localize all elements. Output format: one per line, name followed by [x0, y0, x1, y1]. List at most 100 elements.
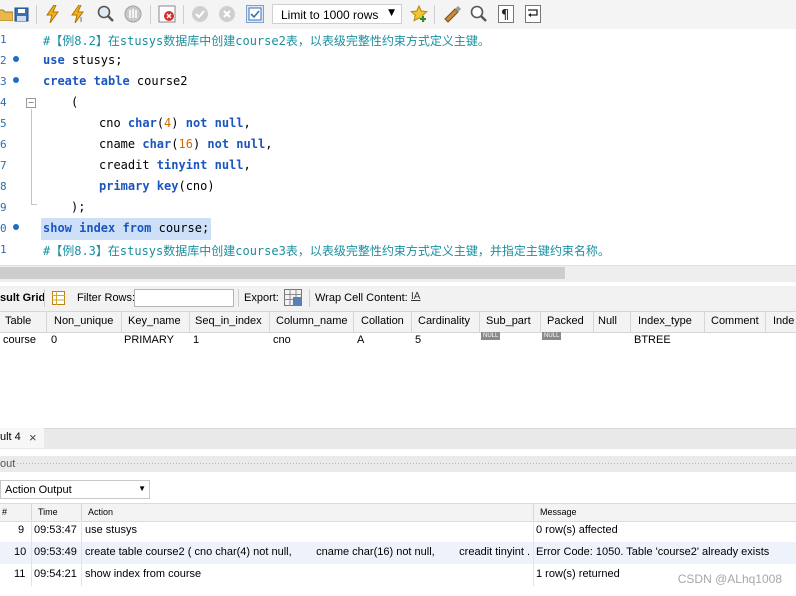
- fold-collapse-icon[interactable]: −: [26, 98, 36, 108]
- column-header[interactable]: Sub_part: [486, 315, 531, 327]
- grid-cell[interactable]: course: [3, 334, 36, 346]
- grid-cell[interactable]: 1: [193, 334, 199, 346]
- close-icon[interactable]: ×: [29, 430, 37, 445]
- grid-cell[interactable]: A: [357, 334, 364, 346]
- column-header[interactable]: Action: [88, 507, 113, 517]
- pane-grip[interactable]: [16, 462, 794, 466]
- statement-marker-icon: [13, 56, 19, 62]
- column-header[interactable]: #: [2, 507, 7, 517]
- chevron-down-icon: ▼: [388, 8, 395, 18]
- output-row-number: 9: [18, 524, 25, 536]
- autocommit-icon[interactable]: [246, 5, 264, 23]
- line-number: 2: [0, 54, 7, 67]
- grid-cell[interactable]: cno: [273, 334, 291, 346]
- null-badge[interactable]: NULL: [481, 332, 501, 340]
- explain-icon[interactable]: [97, 5, 115, 23]
- wrap-cell-toggle-icon[interactable]: IA: [411, 291, 420, 302]
- column-header[interactable]: Message: [540, 507, 577, 517]
- output-row-message: Error Code: 1050. Table 'course2' alread…: [536, 546, 770, 558]
- grid-cell[interactable]: 5: [415, 334, 421, 346]
- toggle-error-icon[interactable]: [158, 5, 176, 23]
- line-number: 5: [0, 117, 7, 130]
- tab-result-4[interactable]: ult 4 ×: [0, 428, 44, 448]
- column-header[interactable]: Packed: [547, 315, 584, 327]
- fold-guide: [31, 109, 32, 204]
- line-number: 1: [0, 33, 7, 46]
- sql-editor-toolbar: I Limit to 1000 rows ▼ ¶: [0, 0, 796, 30]
- invisible-chars-icon[interactable]: ¶: [497, 5, 515, 23]
- line-number: 0: [0, 222, 7, 235]
- export-icon[interactable]: [284, 289, 302, 306]
- column-header[interactable]: Inde: [773, 315, 794, 327]
- statement-marker-icon: [13, 77, 19, 83]
- editor-scrollbar-thumb[interactable]: [0, 267, 565, 279]
- output-row[interactable]: 9 09:53:47 use stusys 0 row(s) affected: [0, 520, 796, 542]
- output-type-select[interactable]: Action Output ▼: [0, 480, 150, 499]
- code-line-10-selected: show index from course;: [41, 218, 212, 240]
- output-row-number: 11: [14, 568, 26, 580]
- code-line-4: (: [71, 95, 79, 109]
- column-header[interactable]: Table: [5, 315, 31, 327]
- column-header[interactable]: Non_unique: [54, 315, 113, 327]
- save-icon[interactable]: [12, 5, 30, 23]
- code-line-5: cno char(4) not null,: [99, 116, 251, 130]
- column-header[interactable]: Index_type: [638, 315, 692, 327]
- output-row-number: 10: [14, 546, 27, 558]
- line-number: 1: [0, 243, 7, 256]
- column-header[interactable]: Column_name: [276, 315, 348, 327]
- column-header[interactable]: Comment: [711, 315, 759, 327]
- output-row-message: 1 row(s) returned: [536, 568, 620, 580]
- filter-rows-input[interactable]: [134, 289, 234, 307]
- code-line-9: );: [71, 200, 86, 214]
- code-line-3: create table course2: [43, 74, 188, 88]
- column-header[interactable]: Key_name: [128, 315, 181, 327]
- code-line-7: creadit tinyint null,: [99, 158, 251, 172]
- commit-icon[interactable]: [191, 5, 209, 23]
- execute-icon[interactable]: [44, 5, 62, 23]
- watermark: CSDN @ALhq1008: [677, 572, 782, 586]
- filter-rows-label: Filter Rows:: [77, 292, 136, 304]
- fold-guide-end: [31, 204, 37, 205]
- output-pane-label: out: [0, 458, 16, 470]
- add-snippet-icon[interactable]: [410, 5, 428, 23]
- limit-rows-select[interactable]: Limit to 1000 rows ▼: [272, 4, 402, 24]
- export-label: Export:: [244, 292, 279, 304]
- output-row-message: 0 row(s) affected: [536, 524, 618, 536]
- sql-editor[interactable]: 1 2 3 4 5 6 7 8 9 0 1 − #【例8.2】在stusys数据…: [0, 29, 796, 265]
- result-grid-header: Table Non_unique Key_name Seq_in_index C…: [0, 311, 796, 333]
- result-grid-tab[interactable]: sult Grid: [0, 292, 45, 304]
- output-row[interactable]: 11 09:54:21 show index from course 1 row…: [0, 564, 796, 586]
- code-line-2: use stusys;: [43, 53, 123, 67]
- null-badge[interactable]: NULL: [542, 332, 562, 340]
- column-header[interactable]: Collation: [361, 315, 404, 327]
- code-line-6: cname char(16) not null,: [99, 137, 273, 151]
- result-toolbar: sult Grid Filter Rows: Export: Wrap Cell…: [0, 286, 796, 311]
- output-row-action: create table course2 ( cno char(4) not n…: [85, 546, 529, 558]
- code-line-1: #【例8.2】在stusys数据库中创建course2表，以表级完整性约束方式定…: [43, 34, 490, 48]
- stop-icon[interactable]: [124, 5, 142, 23]
- rollback-icon[interactable]: [218, 5, 236, 23]
- table-row[interactable]: course 0 PRIMARY 1 cno A 5 NULL NULL BTR…: [0, 331, 796, 350]
- line-number: 6: [0, 138, 7, 151]
- execute-current-icon[interactable]: I: [70, 5, 88, 23]
- line-number: 4: [0, 96, 7, 109]
- column-header[interactable]: Null: [598, 315, 617, 327]
- column-header[interactable]: Seq_in_index: [195, 315, 262, 327]
- wrap-icon[interactable]: [524, 5, 542, 23]
- chevron-down-icon: ▼: [138, 484, 146, 493]
- output-row-time: 09:53:49: [34, 546, 77, 558]
- beautify-icon[interactable]: [443, 5, 461, 23]
- line-number: 8: [0, 180, 7, 193]
- column-header[interactable]: Cardinality: [418, 315, 470, 327]
- column-header[interactable]: Time: [38, 507, 58, 517]
- grid-cell[interactable]: 0: [51, 334, 57, 346]
- statement-marker-icon: [13, 224, 19, 230]
- grid-cell[interactable]: BTREE: [634, 334, 671, 346]
- line-number: 9: [0, 201, 7, 214]
- output-row-selected[interactable]: 10 09:53:49 create table course2 ( cno c…: [0, 542, 796, 564]
- output-row-action: use stusys: [85, 524, 137, 536]
- find-icon[interactable]: [470, 5, 488, 23]
- grid-cell[interactable]: PRIMARY: [124, 334, 174, 346]
- grid-icon[interactable]: [52, 291, 65, 305]
- output-row-time: 09:53:47: [34, 524, 77, 536]
